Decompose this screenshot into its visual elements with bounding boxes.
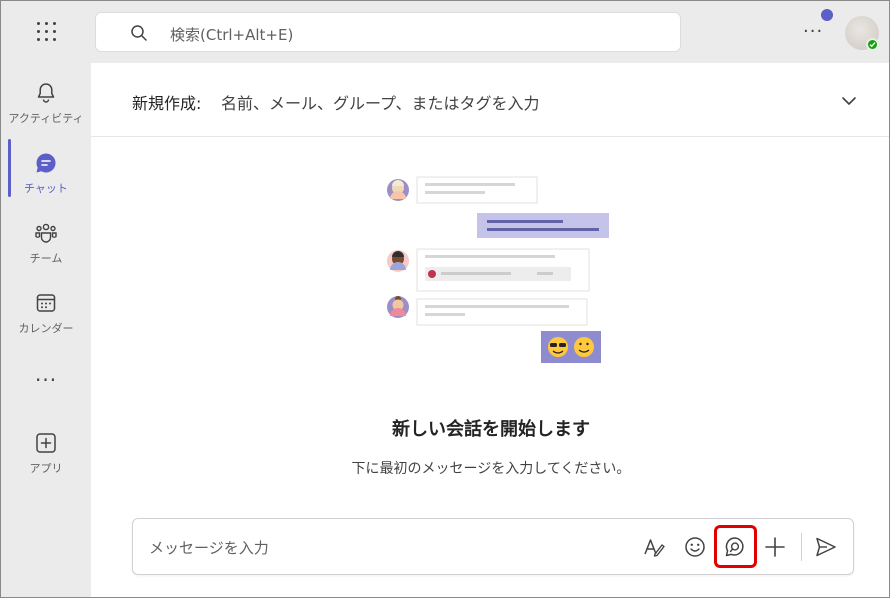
search-icon <box>131 25 147 41</box>
rail-label-teams: チーム <box>29 252 63 265</box>
calendar-icon <box>36 294 56 312</box>
to-label: 新規作成: <box>132 94 202 113</box>
plus-icon[interactable] <box>762 534 788 560</box>
notification-badge <box>821 9 833 21</box>
presence-available-icon <box>866 38 879 51</box>
app-launcher-icon[interactable] <box>35 20 59 44</box>
rail-item-calendar[interactable]: カレンダー <box>1 281 91 345</box>
rail-item-teams[interactable]: チーム <box>1 211 91 275</box>
compose-placeholder: メッセージを入力 <box>149 539 269 557</box>
recipient-row: 新規作成: 名前、メール、グループ、またはタグを入力 <box>91 63 889 137</box>
search-input[interactable]: 検索(Ctrl+Alt+E) <box>95 12 681 52</box>
bell-icon <box>37 83 55 103</box>
loop-icon[interactable] <box>722 534 748 560</box>
chevron-down-icon[interactable] <box>839 91 859 111</box>
send-icon[interactable] <box>813 534 839 560</box>
format-icon[interactable] <box>641 534 667 560</box>
chat-icon <box>36 153 56 173</box>
compose-divider <box>801 533 802 561</box>
more-options-icon[interactable]: ··· <box>803 23 823 41</box>
illustration-message-2 <box>387 248 590 292</box>
empty-state-heading: 新しい会話を開始します <box>392 419 590 440</box>
rail-label-activity: アクティビティ <box>8 112 84 125</box>
rail-label-calendar: カレンダー <box>18 322 74 335</box>
illustration-message-3 <box>387 296 588 326</box>
rail-item-chat[interactable]: チャット <box>1 141 91 205</box>
teams-icon <box>35 223 57 243</box>
emoji-icon[interactable] <box>682 534 708 560</box>
illustration-message-1 <box>387 176 538 204</box>
rail-label-apps: アプリ <box>29 462 63 475</box>
search-placeholder: 検索(Ctrl+Alt+E) <box>170 26 294 44</box>
teams-window: 検索(Ctrl+Alt+E) ··· アクティビティ チャット チーム カレンダ… <box>0 0 890 598</box>
new-chat-panel: 新規作成: 名前、メール、グループ、またはタグを入力 新しい会話を開始します 下… <box>91 63 889 597</box>
rail-item-activity[interactable]: アクティビティ <box>1 71 91 135</box>
empty-state-subtext: 下に最初のメッセージを入力してください。 <box>351 461 631 477</box>
add-app-icon <box>36 433 56 453</box>
app-rail: アクティビティ チャット チーム カレンダー ··· アプリ <box>1 63 91 597</box>
recipient-input[interactable]: 名前、メール、グループ、またはタグを入力 <box>221 90 540 114</box>
rail-more-apps-icon[interactable]: ··· <box>35 368 57 392</box>
message-compose-box[interactable]: メッセージを入力 <box>132 518 854 575</box>
top-bar: 検索(Ctrl+Alt+E) ··· <box>1 1 889 63</box>
rail-label-chat: チャット <box>24 182 68 195</box>
rail-item-apps[interactable]: アプリ <box>1 421 91 485</box>
conversation-illustration <box>387 176 609 363</box>
